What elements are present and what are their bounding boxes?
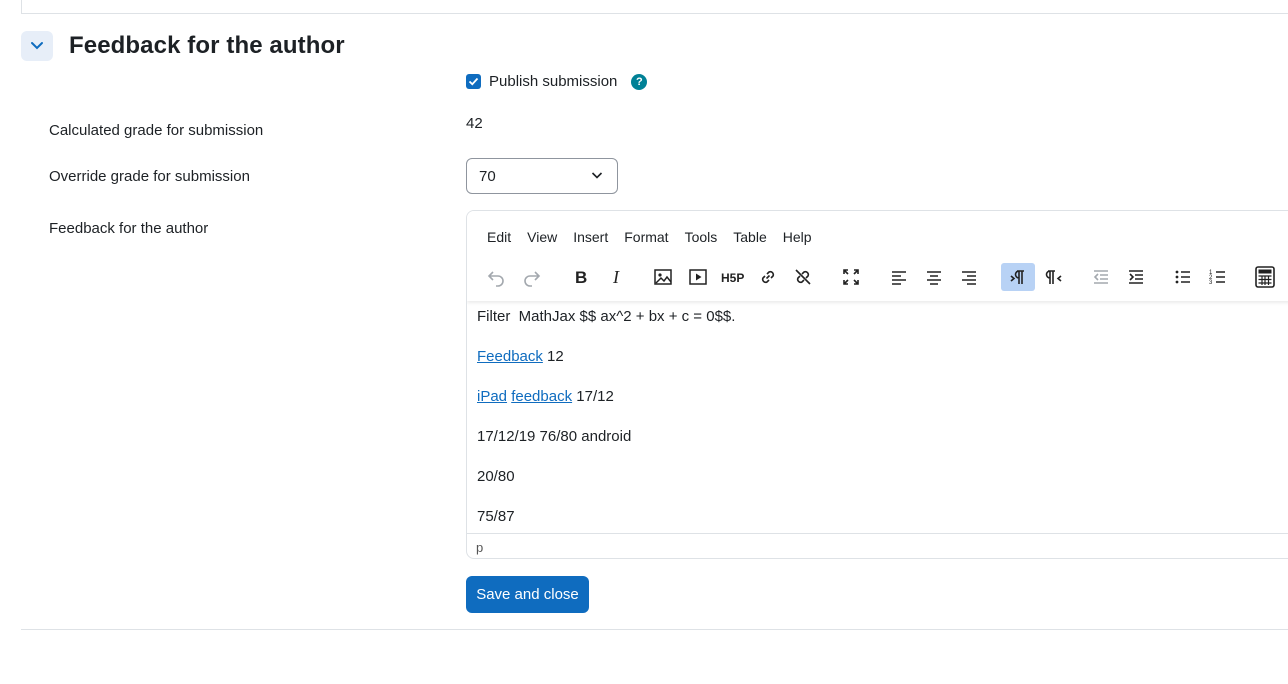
rtl-button[interactable] <box>1039 263 1069 291</box>
calculated-grade-label: Calculated grade for submission <box>49 122 264 139</box>
override-grade-value: 70 <box>479 167 496 185</box>
element-path[interactable]: p <box>476 540 483 555</box>
editor-statusbar: p <box>467 533 1288 558</box>
redo-button[interactable] <box>517 263 547 291</box>
italic-icon: I <box>612 267 620 287</box>
bold-icon: B <box>575 268 587 287</box>
italic-button[interactable]: I <box>601 263 631 291</box>
indent-icon <box>1129 270 1143 284</box>
ltr-button[interactable] <box>1001 263 1035 291</box>
editor-toolbar: Edit View Insert Format Tools Table Help… <box>467 211 1288 301</box>
help-icon[interactable]: ? <box>631 73 648 90</box>
redo-icon <box>524 271 541 287</box>
bullet-list-icon <box>1175 270 1190 284</box>
section-header: Feedback for the author <box>21 31 345 61</box>
bottom-divider <box>21 629 1288 630</box>
menu-tools[interactable]: Tools <box>677 227 726 247</box>
content-line: 20/80 <box>477 468 515 485</box>
fullscreen-button[interactable] <box>836 263 866 291</box>
undo-icon <box>487 271 504 287</box>
content-line: Filter MathJax $$ ax^2 + bx + c = 0$$. <box>477 308 736 325</box>
editor-menubar: Edit View Insert Format Tools Table Help <box>479 227 820 247</box>
content-line: 17/12/19 76/80 android <box>477 428 632 445</box>
indent-button[interactable] <box>1121 263 1151 291</box>
save-and-close-button[interactable]: Save and close <box>466 576 589 613</box>
menu-insert[interactable]: Insert <box>565 227 616 247</box>
h5p-icon: H5P <box>721 271 744 285</box>
chevron-down-icon <box>31 42 43 50</box>
collapse-toggle-button[interactable] <box>21 31 53 61</box>
rich-text-editor: Edit View Insert Format Tools Table Help… <box>466 210 1288 559</box>
svg-text:B: B <box>575 268 587 287</box>
bold-button[interactable]: B <box>565 263 595 291</box>
bullet-list-button[interactable] <box>1168 263 1198 291</box>
menu-table[interactable]: Table <box>725 227 774 247</box>
menu-edit[interactable]: Edit <box>479 227 519 247</box>
numbered-list-icon: 123 <box>1209 270 1225 286</box>
align-center-icon <box>927 271 941 285</box>
calculator-icon <box>1255 266 1275 288</box>
link-button[interactable] <box>753 263 783 291</box>
outdent-icon <box>1093 270 1108 284</box>
image-button[interactable] <box>648 263 678 291</box>
feedback-label: Feedback for the author <box>49 220 209 237</box>
editor-tools: B I H5P 1 2 3 <box>467 263 1288 293</box>
ltr-icon <box>1010 270 1024 284</box>
menu-format[interactable]: Format <box>616 227 676 247</box>
rtl-icon <box>1045 270 1062 284</box>
publish-label[interactable]: Publish submission <box>489 73 617 90</box>
media-button[interactable] <box>683 263 713 291</box>
content-link[interactable]: feedback <box>511 388 572 405</box>
top-divider <box>21 0 1288 14</box>
svg-text:3: 3 <box>1209 280 1213 286</box>
menu-view[interactable]: View <box>519 227 565 247</box>
align-center-button[interactable] <box>919 263 949 291</box>
content-line: Feedback 12 <box>477 348 564 365</box>
menu-help[interactable]: Help <box>775 227 820 247</box>
calculated-grade-value: 42 <box>466 115 483 132</box>
align-left-icon <box>892 271 906 285</box>
svg-text:H5P: H5P <box>721 271 744 285</box>
check-icon <box>468 77 479 86</box>
image-icon <box>654 269 672 285</box>
content-line: 75/87 <box>477 508 515 525</box>
content-link[interactable]: Feedback <box>477 348 543 365</box>
svg-text:I: I <box>612 267 620 287</box>
unlink-icon <box>795 269 811 285</box>
h5p-button[interactable]: H5P <box>718 263 748 291</box>
chevron-down-icon <box>591 172 603 179</box>
fullscreen-icon <box>843 269 859 285</box>
align-left-button[interactable] <box>884 263 914 291</box>
outdent-button[interactable] <box>1086 263 1116 291</box>
editor-content[interactable]: Filter MathJax $$ ax^2 + bx + c = 0$$. F… <box>477 307 735 547</box>
numbered-list-button[interactable]: 123 <box>1203 263 1233 291</box>
content-link[interactable]: iPad <box>477 388 507 405</box>
undo-button[interactable] <box>481 263 511 291</box>
content-line: iPad feedback 17/12 <box>477 388 614 405</box>
unlink-button[interactable] <box>788 263 818 291</box>
media-icon <box>689 269 707 285</box>
override-grade-label: Override grade for submission <box>49 168 250 185</box>
override-grade-select[interactable]: 70 <box>466 158 618 194</box>
publish-checkbox[interactable] <box>466 74 481 89</box>
section-title: Feedback for the author <box>69 32 345 59</box>
calculator-button[interactable] <box>1250 263 1280 291</box>
align-right-icon <box>962 271 976 285</box>
align-right-button[interactable] <box>954 263 984 291</box>
publish-submission: Publish submission ? <box>466 73 648 90</box>
link-icon <box>761 270 775 284</box>
